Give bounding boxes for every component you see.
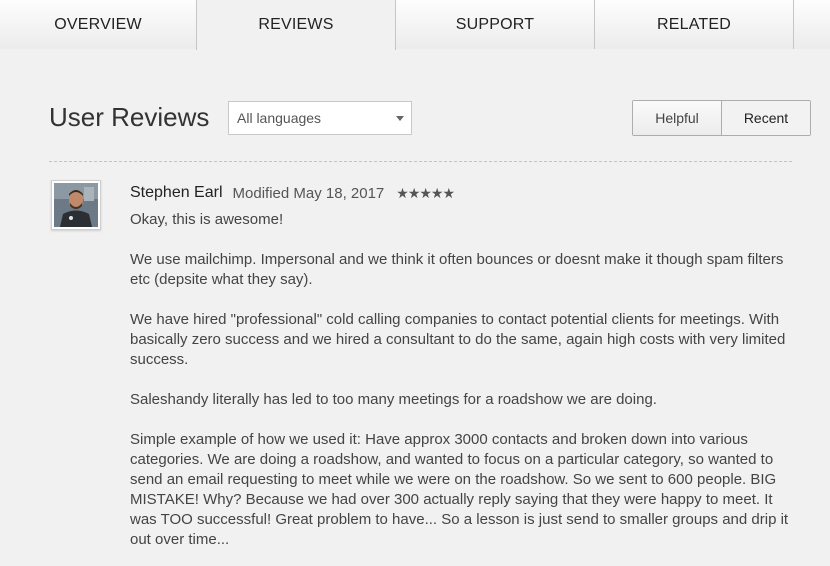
tab-support-label: Support bbox=[455, 15, 535, 33]
sort-helpful-button[interactable]: Helpful bbox=[633, 101, 722, 135]
tab-related-label: Related bbox=[656, 15, 731, 33]
review-item: Stephen Earl Modified May 18, 2017 ★★★★★… bbox=[130, 182, 800, 550]
tab-overflow bbox=[794, 0, 830, 49]
review-paragraph: Okay, this is awesome! bbox=[130, 211, 284, 228]
sort-toggle: Helpful Recent bbox=[632, 100, 811, 136]
review-date: Modified May 18, 2017 bbox=[232, 184, 385, 202]
chevron-down-icon bbox=[396, 116, 404, 121]
tab-bar: Overview Reviews Support Related bbox=[0, 0, 830, 50]
tab-reviews[interactable]: Reviews bbox=[196, 0, 396, 50]
tab-overview-label: Overview bbox=[54, 15, 142, 33]
avatar bbox=[51, 180, 101, 230]
avatar-image bbox=[54, 183, 98, 227]
review-paragraph: Simple example of how we used it: Have a… bbox=[130, 431, 789, 548]
review-paragraph: Saleshandy literally has led to too many… bbox=[130, 391, 657, 408]
language-select-value: All languages bbox=[237, 110, 322, 126]
sort-recent-button[interactable]: Recent bbox=[722, 101, 810, 135]
tab-overview[interactable]: Overview bbox=[0, 0, 197, 49]
tab-related[interactable]: Related bbox=[595, 0, 794, 49]
review-paragraph: We use mailchimp. Impersonal and we thin… bbox=[130, 251, 784, 288]
review-meta: Stephen Earl Modified May 18, 2017 ★★★★★ bbox=[130, 182, 800, 204]
tab-reviews-label: Reviews bbox=[258, 16, 334, 33]
review-paragraph: We have hired "professional" cold callin… bbox=[130, 311, 786, 368]
language-select[interactable]: All languages bbox=[228, 101, 412, 135]
divider bbox=[49, 161, 792, 162]
tab-support[interactable]: Support bbox=[396, 0, 595, 49]
star-rating: ★★★★★ bbox=[396, 184, 455, 201]
page-title: User Reviews bbox=[49, 102, 210, 132]
review-author[interactable]: Stephen Earl bbox=[130, 184, 223, 202]
